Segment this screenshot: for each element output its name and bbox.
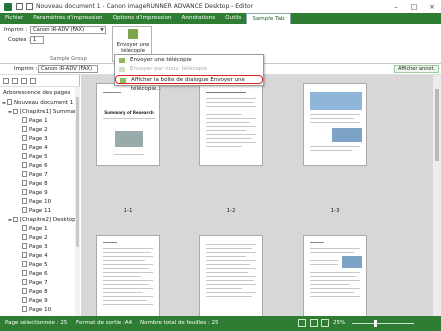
add-page-icon[interactable] — [21, 78, 27, 84]
page-tree-panel: Arborescence des pages ▬ Nouveau document… — [0, 75, 80, 316]
tree-node-chapter[interactable]: ▬ [Chapitre2] Desktop — [8, 216, 76, 224]
scrollbar-thumb[interactable] — [435, 89, 439, 161]
send-fax-label: Envoyer une télécopie — [116, 42, 150, 54]
tree-node-page[interactable]: Page 3 — [22, 135, 48, 143]
delete-icon[interactable] — [30, 78, 36, 84]
app-icon — [4, 2, 12, 11]
fax-icon — [119, 67, 125, 72]
fax-icon — [128, 29, 138, 39]
scrollbar-thumb[interactable] — [76, 97, 79, 247]
tab-annotations[interactable]: Annotations — [177, 13, 221, 24]
content-scrollbar[interactable] — [433, 75, 441, 316]
view-mode-icon[interactable] — [298, 319, 306, 327]
tree-node-page[interactable]: Page 10 — [22, 198, 51, 206]
printer-value: Canon iR-ADV (FAX) — [33, 27, 85, 33]
tree-node-chapter[interactable]: ▬ [Chapitre1] Summar — [8, 108, 76, 116]
menu-item-send-fax[interactable]: Envoyer une télécopie — [115, 56, 263, 65]
fit-page-icon[interactable] — [321, 319, 329, 327]
tree-node-page[interactable]: Page 4 — [22, 252, 48, 260]
page-view: Summary of Research 1-1 1-2 1-3 — [81, 75, 441, 318]
page-thumbnail[interactable]: Summary of Research — [96, 83, 160, 166]
tab-options-impression[interactable]: Options d'impression — [108, 13, 177, 24]
tree-node-page[interactable]: Page 5 — [22, 261, 48, 269]
tree-node-page[interactable]: Page 8 — [22, 180, 48, 188]
page-heading: Summary of Research — [104, 110, 154, 115]
toolbar-printer-select[interactable]: Canon iR-ADV (FAX) — [38, 65, 98, 73]
tree-node-page[interactable]: Page 7 — [22, 171, 48, 179]
minimize-icon[interactable]: – — [387, 3, 405, 11]
expand-icon[interactable] — [3, 78, 9, 84]
chevron-down-icon: ▼ — [100, 28, 104, 33]
tree-node-page[interactable]: Page 7 — [22, 279, 48, 287]
tree-node-page[interactable]: Page 1 — [22, 117, 48, 125]
save-icon[interactable] — [16, 3, 23, 10]
menu-item-show-fax-dialog[interactable]: Afficher la boîte de dialogue Envoyer un… — [115, 75, 263, 92]
page-thumbnail[interactable] — [96, 235, 160, 318]
menu-item-resend-fax: Envoyer par nouv. télécopie — [115, 65, 263, 74]
tab-sample[interactable]: Sample Tab — [246, 13, 291, 24]
tree-node-document[interactable]: ▬ Nouveau document 1 — [2, 99, 73, 107]
tree-node-page[interactable]: Page 3 — [22, 243, 48, 251]
window-title: Nouveau document 1 - Canon imageRUNNER A… — [36, 3, 254, 10]
tree-node-page[interactable]: Page 8 — [22, 288, 48, 296]
tree-node-page[interactable]: Page 9 — [22, 297, 48, 305]
zoom-slider[interactable] — [352, 323, 414, 324]
tab-fichier[interactable]: Fichier — [0, 13, 28, 24]
sheet-count-status: Nombre total de feuilles : 25 — [140, 320, 219, 326]
fax-icon — [119, 58, 125, 63]
tab-outils[interactable]: Outils — [220, 13, 246, 24]
close-icon[interactable]: × — [423, 3, 441, 11]
tree-title: Arborescence des pages — [3, 90, 71, 96]
collapse-icon[interactable] — [12, 78, 18, 84]
page-label: 1-3 — [330, 208, 340, 214]
output-format-status: Format de sortie :A4 — [76, 320, 133, 326]
copies-input[interactable]: 1 — [30, 36, 44, 44]
page-label: 1-2 — [226, 208, 236, 214]
sidebar-toolbar — [0, 75, 80, 87]
status-bar: Page sélectionnée : 25 Format de sortie … — [0, 316, 441, 331]
fax-dropdown-menu: Envoyer une télécopie Envoyer par nouv. … — [114, 54, 264, 92]
page-thumbnail[interactable] — [303, 83, 367, 166]
printer-label: Imprim : — [4, 27, 28, 33]
copies-value: 1 — [33, 37, 37, 43]
tree-node-page[interactable]: Page 10 — [22, 306, 51, 314]
group-label: Sample Group — [50, 56, 87, 62]
undo-icon[interactable] — [26, 3, 33, 10]
tree-node-page[interactable]: Page 2 — [22, 234, 48, 242]
tree-node-page[interactable]: Page 2 — [22, 126, 48, 134]
thumbnail-view-icon[interactable] — [310, 319, 318, 327]
tree-node-page[interactable]: Page 5 — [22, 153, 48, 161]
copies-label: Copies : — [8, 37, 31, 43]
tree-node-page[interactable]: Page 6 — [22, 270, 48, 278]
menu-tabs: Fichier Paramètres d'impression Options … — [0, 13, 441, 24]
page-thumbnail[interactable] — [199, 235, 263, 318]
zoom-level: 25% — [333, 320, 346, 326]
maximize-icon[interactable]: □ — [405, 3, 423, 11]
page-thumbnail[interactable] — [199, 83, 263, 166]
fax-icon — [120, 78, 126, 83]
sidebar-scrollbar[interactable] — [75, 87, 80, 316]
zoom-slider-knob[interactable] — [374, 320, 377, 327]
tree-node-page[interactable]: Page 11 — [22, 207, 51, 215]
page-label: 1-1 — [123, 208, 133, 214]
tree-node-page[interactable]: Page 9 — [22, 189, 48, 197]
toolbar-printer-label: Imprim : — [14, 66, 38, 72]
title-bar: Nouveau document 1 - Canon imageRUNNER A… — [0, 0, 441, 13]
show-annotations-button[interactable]: Afficher annot. — [394, 65, 439, 73]
selected-pages-status: Page sélectionnée : 25 — [5, 320, 68, 326]
tab-parametres-impression[interactable]: Paramètres d'impression — [28, 13, 107, 24]
page-thumbnail[interactable] — [303, 235, 367, 318]
toolbar-printer-value: Canon iR-ADV (FAX) — [41, 66, 93, 72]
tree-node-page[interactable]: Page 4 — [22, 144, 48, 152]
tree-node-page[interactable]: Page 1 — [22, 225, 48, 233]
printer-select[interactable]: Canon iR-ADV (FAX) ▼ — [30, 26, 106, 34]
tree-node-page[interactable]: Page 6 — [22, 162, 48, 170]
